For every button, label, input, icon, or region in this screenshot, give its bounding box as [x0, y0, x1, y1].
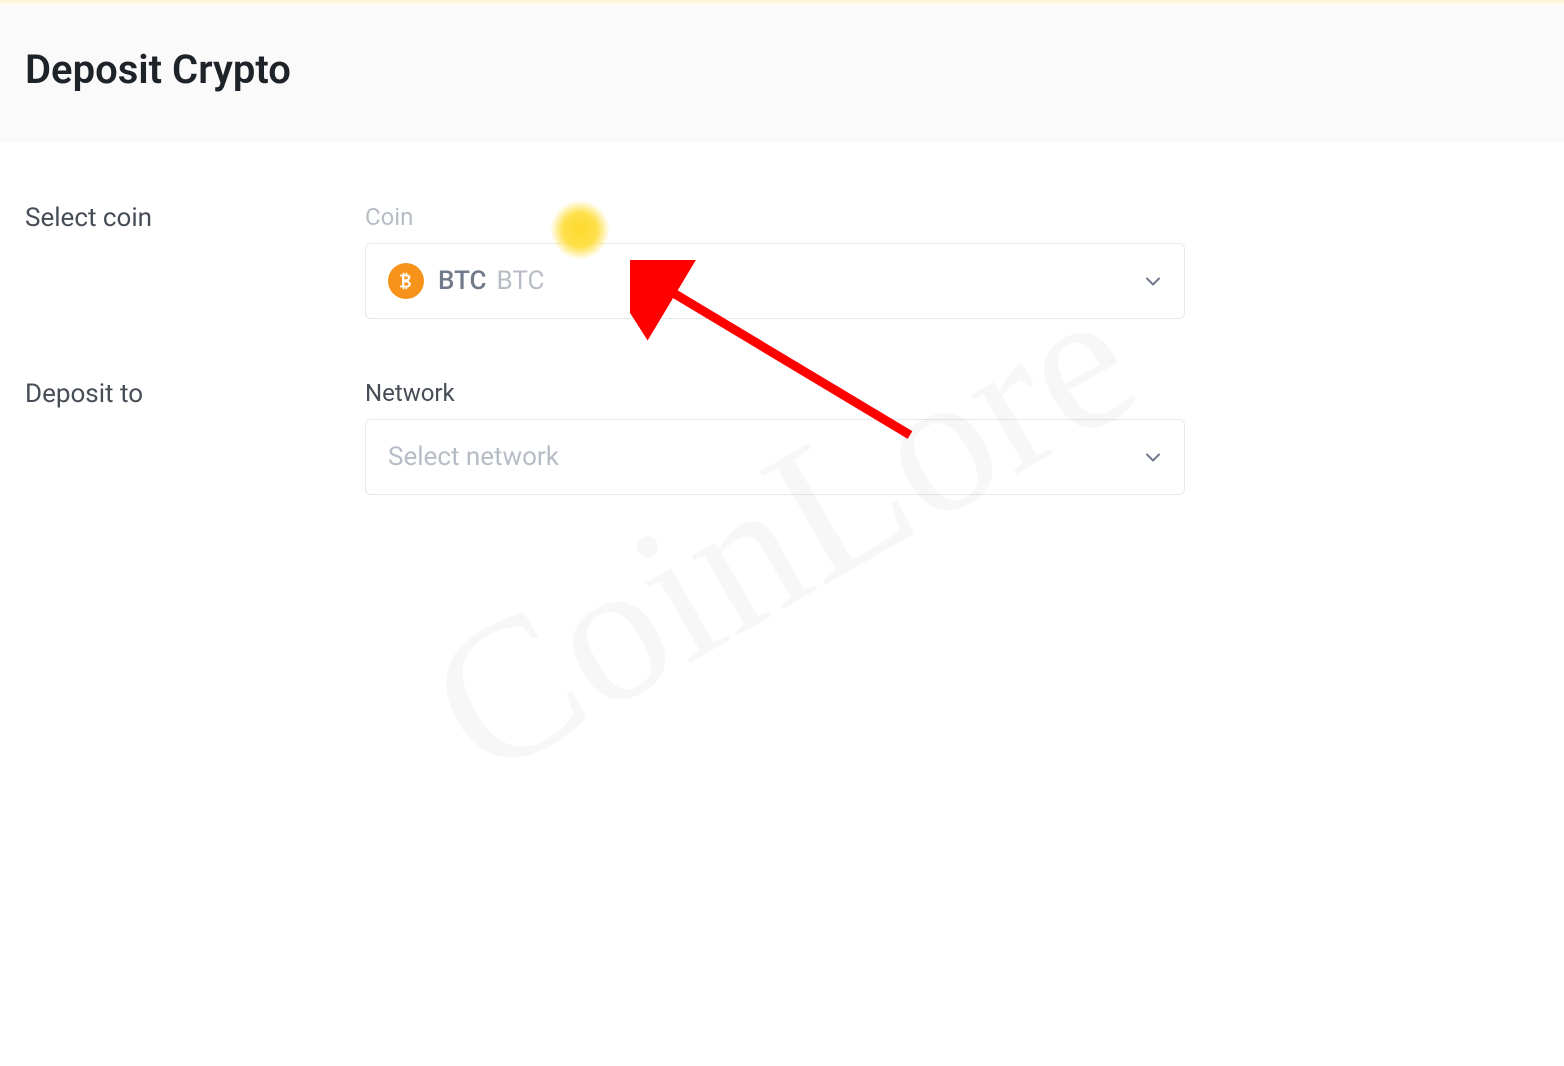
coin-name: BTC — [497, 266, 545, 296]
network-select-dropdown[interactable]: Select network — [365, 419, 1185, 495]
coin-select-dropdown[interactable]: BTC BTC — [365, 243, 1185, 319]
select-coin-row: Select coin Coin BTC BTC — [25, 203, 1539, 319]
content-area: Select coin Coin BTC BTC Deposit to — [0, 143, 1564, 615]
network-control: Network Select network — [365, 379, 1185, 495]
bitcoin-icon — [388, 263, 424, 299]
coin-field-label: Coin — [365, 203, 1185, 231]
chevron-down-icon — [1146, 448, 1160, 467]
chevron-down-icon — [1146, 272, 1160, 291]
network-placeholder: Select network — [388, 442, 559, 472]
select-coin-label: Select coin — [25, 203, 365, 319]
header-section: Deposit Crypto — [0, 6, 1564, 143]
deposit-to-label: Deposit to — [25, 379, 365, 495]
coin-symbol: BTC — [438, 266, 487, 296]
network-field-label: Network — [365, 379, 1185, 407]
page-title: Deposit Crypto — [25, 46, 1539, 93]
coin-control: Coin BTC BTC — [365, 203, 1185, 319]
deposit-to-row: Deposit to Network Select network — [25, 379, 1539, 495]
